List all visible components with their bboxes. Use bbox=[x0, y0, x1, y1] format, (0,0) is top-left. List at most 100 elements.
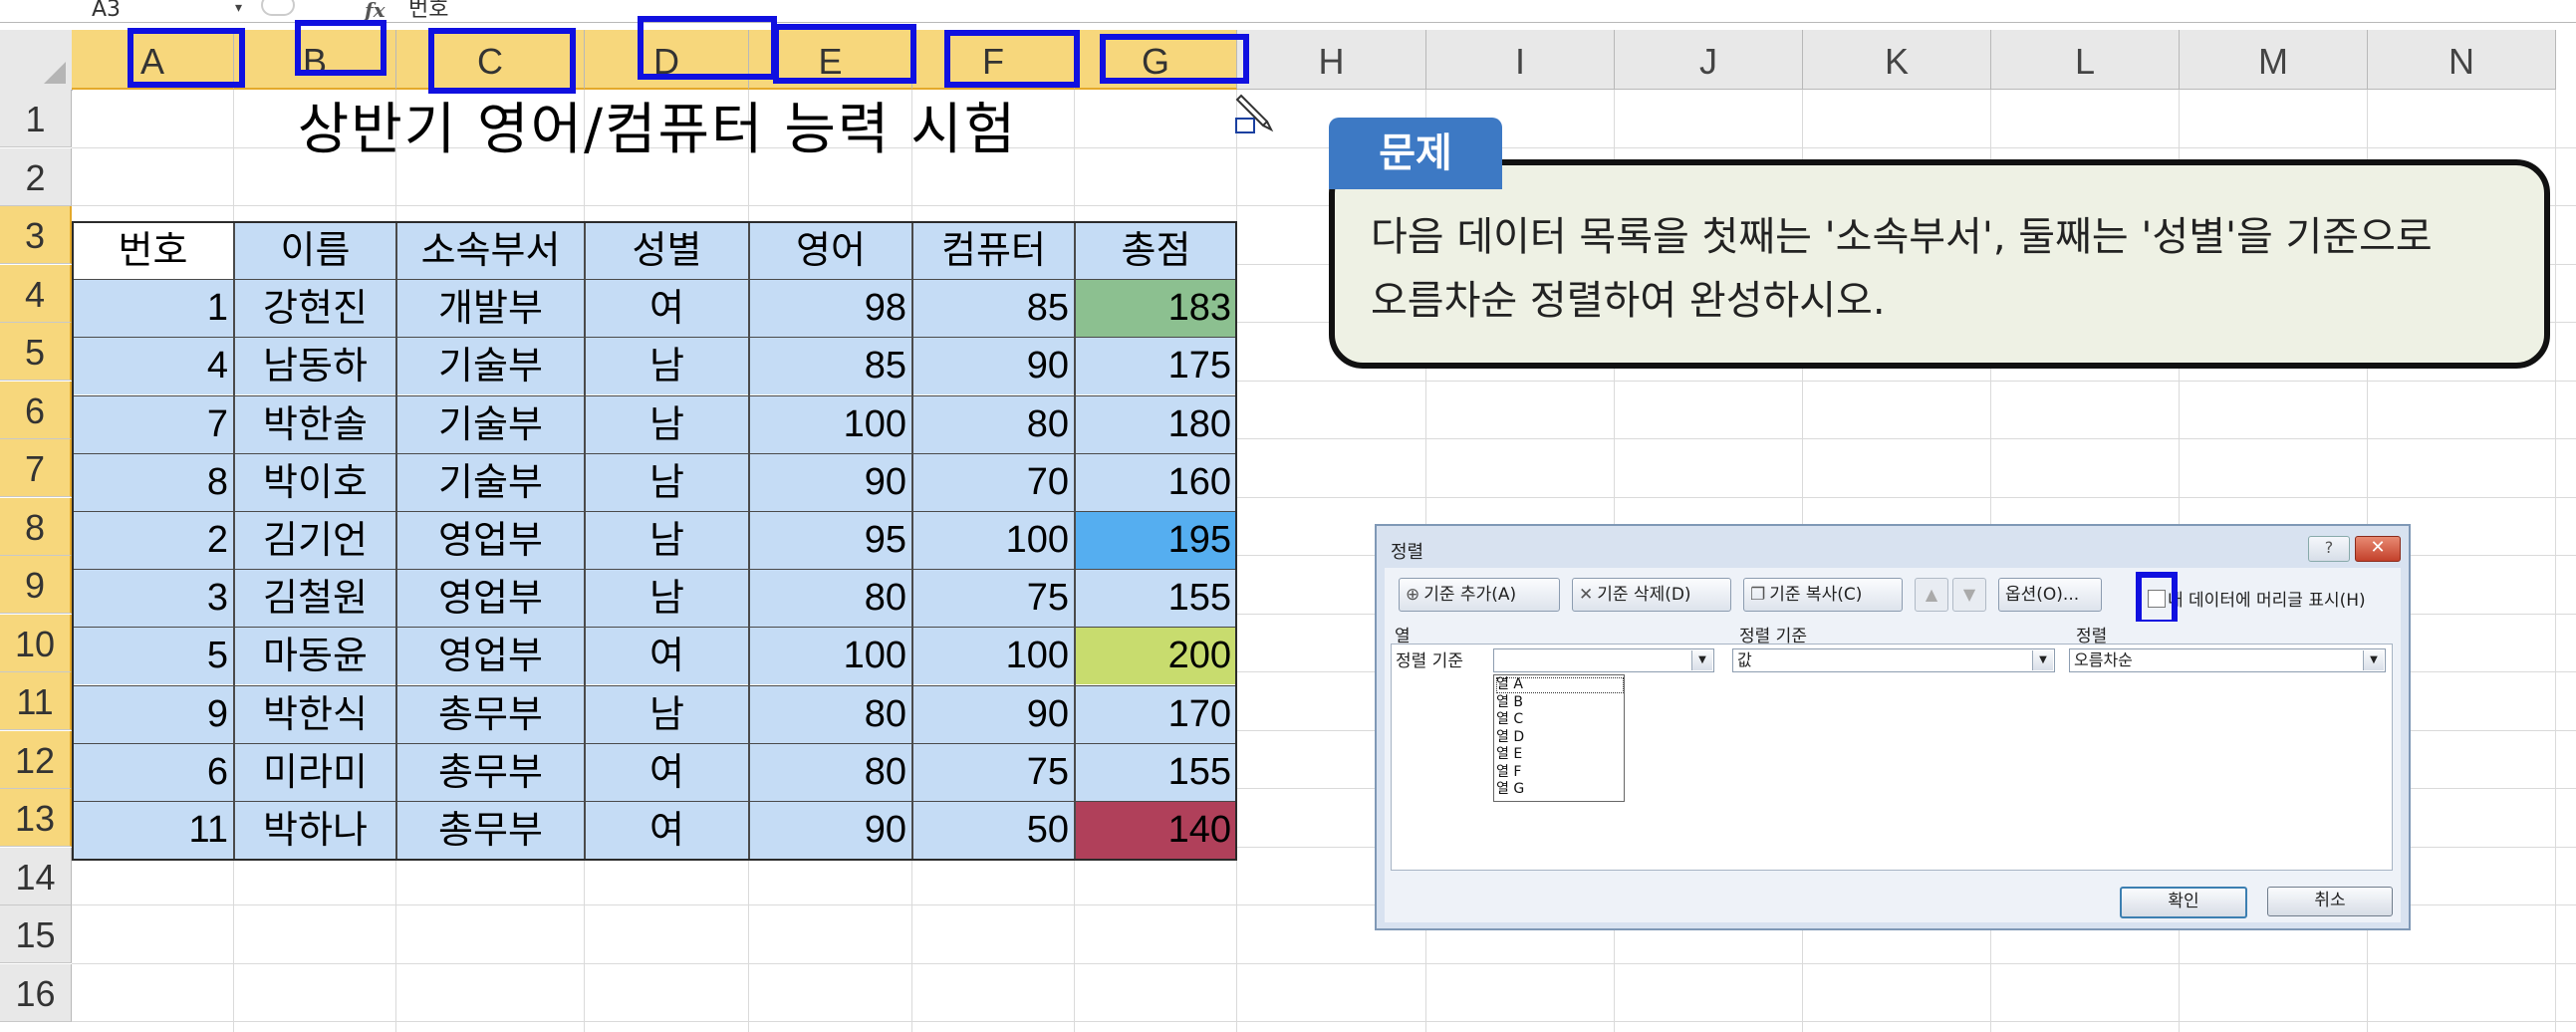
table-cell[interactable]: 80 bbox=[749, 569, 912, 628]
table-cell[interactable]: 여 bbox=[585, 279, 749, 338]
delete-level-button[interactable]: ✕ 기준 삭제(D) bbox=[1572, 578, 1731, 612]
table-cell[interactable]: 영업부 bbox=[396, 511, 585, 569]
table-header-cell[interactable]: 소속부서 bbox=[396, 221, 585, 279]
sort-on-select[interactable]: 값 ▼ bbox=[1732, 648, 2055, 672]
table-cell[interactable]: 100 bbox=[912, 511, 1075, 569]
table-cell[interactable]: 남 bbox=[585, 684, 749, 743]
table-cell[interactable]: 90 bbox=[912, 684, 1075, 743]
table-cell[interactable]: 박한식 bbox=[234, 684, 396, 743]
help-button[interactable]: ? bbox=[2308, 536, 2350, 562]
table-cell[interactable]: 140 bbox=[1075, 801, 1237, 859]
table-cell[interactable]: 강현진 bbox=[234, 279, 396, 338]
dropdown-option[interactable]: 열 A bbox=[1496, 677, 1523, 691]
table-cell[interactable]: 180 bbox=[1075, 394, 1237, 453]
table-cell[interactable]: 75 bbox=[912, 742, 1075, 801]
chevron-down-icon[interactable]: ▼ bbox=[2032, 650, 2053, 670]
table-cell[interactable]: 11 bbox=[72, 801, 234, 859]
table-cell[interactable]: 기술부 bbox=[396, 394, 585, 453]
chevron-down-icon[interactable]: ▼ bbox=[2363, 650, 2384, 670]
table-cell[interactable]: 박이호 bbox=[234, 452, 396, 511]
ok-button[interactable]: 확인 bbox=[2120, 887, 2247, 918]
table-cell[interactable]: 5 bbox=[72, 627, 234, 685]
fx-icon[interactable]: fx bbox=[365, 0, 386, 22]
table-header-cell[interactable]: 총점 bbox=[1075, 221, 1237, 279]
table-cell[interactable]: 6 bbox=[72, 742, 234, 801]
table-cell[interactable]: 2 bbox=[72, 511, 234, 569]
table-cell[interactable]: 160 bbox=[1075, 452, 1237, 511]
dropdown-option[interactable]: 열 D bbox=[1496, 730, 1524, 744]
copy-level-button[interactable]: ❐ 기준 복사(C) bbox=[1743, 578, 1903, 612]
table-cell[interactable]: 95 bbox=[749, 511, 912, 569]
table-cell[interactable]: 여 bbox=[585, 627, 749, 685]
table-cell[interactable]: 200 bbox=[1075, 627, 1237, 685]
dropdown-option[interactable]: 열 C bbox=[1496, 712, 1523, 726]
name-box-dropdown-icon[interactable]: ▾ bbox=[235, 0, 242, 16]
table-cell[interactable]: 영업부 bbox=[396, 569, 585, 628]
column-header-i[interactable]: I bbox=[1426, 30, 1615, 90]
column-header-l[interactable]: L bbox=[1991, 30, 2180, 90]
table-cell[interactable]: 미라미 bbox=[234, 742, 396, 801]
table-cell[interactable]: 70 bbox=[912, 452, 1075, 511]
table-cell[interactable]: 남 bbox=[585, 569, 749, 628]
dropdown-option[interactable]: 열 E bbox=[1496, 747, 1522, 761]
table-cell[interactable]: 100 bbox=[749, 627, 912, 685]
table-cell[interactable]: 170 bbox=[1075, 684, 1237, 743]
select-all-corner[interactable] bbox=[0, 30, 73, 91]
table-cell[interactable]: 박한솔 bbox=[234, 394, 396, 453]
row-header-13[interactable]: 13 bbox=[0, 789, 72, 847]
table-cell[interactable]: 100 bbox=[749, 394, 912, 453]
table-cell[interactable]: 영업부 bbox=[396, 627, 585, 685]
row-header-7[interactable]: 7 bbox=[0, 439, 72, 497]
table-cell[interactable]: 총무부 bbox=[396, 684, 585, 743]
table-cell[interactable]: 남 bbox=[585, 452, 749, 511]
row-header-15[interactable]: 15 bbox=[0, 905, 72, 963]
column-header-k[interactable]: K bbox=[1803, 30, 1991, 90]
cancel-button[interactable]: 취소 bbox=[2267, 887, 2393, 916]
table-cell[interactable]: 75 bbox=[912, 569, 1075, 628]
row-header-2[interactable]: 2 bbox=[0, 147, 72, 206]
row-header-5[interactable]: 5 bbox=[0, 323, 72, 381]
table-cell[interactable]: 85 bbox=[912, 279, 1075, 338]
row-header-12[interactable]: 12 bbox=[0, 730, 72, 789]
table-cell[interactable]: 8 bbox=[72, 452, 234, 511]
table-cell[interactable]: 7 bbox=[72, 394, 234, 453]
table-cell[interactable]: 80 bbox=[749, 684, 912, 743]
sheet-title[interactable]: 상반기 영어/컴퓨터 능력 시험 bbox=[249, 96, 1066, 165]
column-header-n[interactable]: N bbox=[2368, 30, 2556, 90]
formula-input[interactable]: 번호 bbox=[408, 0, 448, 21]
table-cell[interactable]: 195 bbox=[1075, 511, 1237, 569]
table-cell[interactable]: 총무부 bbox=[396, 801, 585, 859]
table-cell[interactable]: 마동윤 bbox=[234, 627, 396, 685]
column-header-j[interactable]: J bbox=[1615, 30, 1803, 90]
dropdown-option[interactable]: 열 F bbox=[1496, 765, 1521, 779]
table-cell[interactable]: 90 bbox=[749, 801, 912, 859]
table-cell[interactable]: 9 bbox=[72, 684, 234, 743]
table-cell[interactable]: 90 bbox=[912, 337, 1075, 395]
row-header-9[interactable]: 9 bbox=[0, 556, 72, 614]
table-cell[interactable]: 남 bbox=[585, 394, 749, 453]
row-header-8[interactable]: 8 bbox=[0, 497, 72, 556]
order-select[interactable]: 오름차순 ▼ bbox=[2069, 648, 2386, 672]
row-header-16[interactable]: 16 bbox=[0, 963, 72, 1022]
chevron-down-icon[interactable]: ▼ bbox=[1691, 650, 1712, 670]
table-cell[interactable]: 90 bbox=[749, 452, 912, 511]
table-cell[interactable]: 남 bbox=[585, 337, 749, 395]
table-header-cell[interactable]: 이름 bbox=[234, 221, 396, 279]
table-cell[interactable]: 155 bbox=[1075, 569, 1237, 628]
row-header-6[interactable]: 6 bbox=[0, 381, 72, 439]
table-cell[interactable]: 50 bbox=[912, 801, 1075, 859]
row-header-3[interactable]: 3 bbox=[0, 206, 72, 264]
table-cell[interactable]: 98 bbox=[749, 279, 912, 338]
close-button[interactable]: ✕ bbox=[2355, 536, 2401, 562]
table-cell[interactable]: 총무부 bbox=[396, 742, 585, 801]
table-cell[interactable]: 남 bbox=[585, 511, 749, 569]
table-cell[interactable]: 기술부 bbox=[396, 337, 585, 395]
column-header-m[interactable]: M bbox=[2180, 30, 2368, 90]
table-cell[interactable]: 여 bbox=[585, 801, 749, 859]
table-cell[interactable]: 3 bbox=[72, 569, 234, 628]
table-header-cell[interactable]: 성별 bbox=[585, 221, 749, 279]
row-header-1[interactable]: 1 bbox=[0, 90, 72, 147]
table-header-cell[interactable]: 영어 bbox=[749, 221, 912, 279]
table-cell[interactable]: 남동하 bbox=[234, 337, 396, 395]
table-cell[interactable]: 김철원 bbox=[234, 569, 396, 628]
